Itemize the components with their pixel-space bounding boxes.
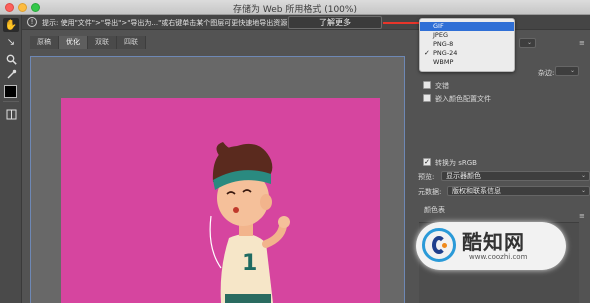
watermark-url: www.coozhi.com (469, 253, 528, 261)
tab-optimized[interactable]: 优化 (59, 36, 88, 49)
preset-options-select[interactable]: ⌄ (519, 38, 536, 48)
metadata-select[interactable]: 版权和联系信息 ⌄ (447, 186, 590, 196)
format-option-png24[interactable]: ✓ PNG-24 (420, 49, 514, 58)
tab-original[interactable]: 原稿 (30, 36, 59, 49)
format-option-jpeg[interactable]: JPEG (420, 31, 514, 40)
color-table-menu-icon[interactable]: ≡ (579, 212, 585, 220)
matte-select[interactable]: ⌄ (555, 66, 579, 76)
metadata-select-value: 版权和联系信息 (452, 187, 501, 195)
runner-illustration: 1 (209, 142, 290, 303)
checkmark-icon: ✓ (424, 49, 430, 57)
hand-tool-icon[interactable]: ✋ (3, 18, 19, 32)
format-option-png8[interactable]: PNG-8 (420, 40, 514, 49)
site-watermark: 酷知网 www.coozhi.com (416, 222, 566, 270)
watermark-site-name: 酷知网 (462, 230, 525, 254)
embed-color-profile-label: 嵌入颜色配置文件 (435, 95, 491, 103)
metadata-label: 元数据: (418, 188, 442, 196)
toggle-slices-icon[interactable] (3, 107, 19, 121)
window-title: 存储为 Web 所用格式 (100%) (233, 5, 357, 15)
eyedropper-tool-icon[interactable] (3, 67, 19, 81)
view-tabs: 原稿 优化 双联 四联 (30, 36, 146, 49)
info-icon: ! (27, 17, 37, 27)
title-bar: 存储为 Web 所用格式 (100%) (0, 0, 590, 15)
format-option-gif[interactable]: GIF (420, 22, 514, 31)
tab-2-up[interactable]: 双联 (88, 36, 117, 49)
embed-color-profile-checkbox[interactable] (423, 94, 431, 102)
svg-text:1: 1 (242, 251, 257, 276)
color-table-title: 颜色表 (424, 206, 445, 214)
eyedropper-color-swatch[interactable] (4, 85, 17, 98)
file-format-dropdown[interactable]: GIF JPEG PNG-8 ✓ PNG-24 WBMP (419, 18, 515, 72)
preview-select[interactable]: 显示器颜色 ⌄ (441, 171, 590, 181)
coozhi-logo-icon (422, 228, 456, 262)
interlaced-label: 交错 (435, 82, 449, 90)
convert-srgb-checkbox[interactable]: ✓ (423, 158, 431, 166)
convert-srgb-label: 转换为 sRGB (435, 159, 477, 167)
tool-divider (3, 101, 19, 102)
zoom-tool-icon[interactable] (3, 52, 19, 66)
slice-select-tool-icon[interactable]: ↘ (3, 35, 19, 49)
export-hint-text: 提示: 使用"文件">"导出">"导出为..."或右键单击某个图层可更快速地导出… (42, 19, 288, 27)
preview-label: 预览: (418, 173, 435, 181)
interlaced-checkbox[interactable] (423, 81, 431, 89)
learn-more-button[interactable]: 了解更多 (288, 16, 382, 29)
preview-select-value: 显示器颜色 (446, 172, 481, 180)
format-option-wbmp[interactable]: WBMP (420, 58, 514, 67)
preview-image: 1 (61, 98, 380, 303)
tab-4-up[interactable]: 四联 (117, 36, 146, 49)
preset-menu-icon[interactable]: ≡ (579, 39, 585, 47)
tool-strip: ✋ ↘ (0, 15, 22, 303)
matte-label: 杂边: (538, 69, 555, 77)
